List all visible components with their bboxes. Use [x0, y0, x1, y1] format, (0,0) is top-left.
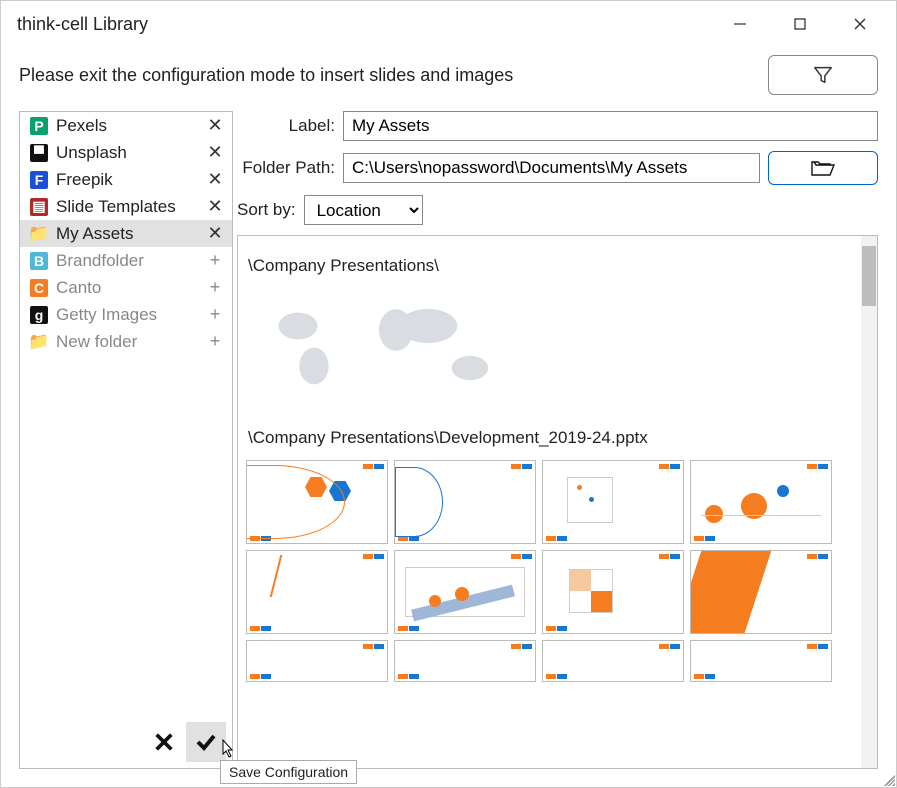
close-icon [853, 17, 867, 31]
tooltip: Save Configuration [220, 760, 357, 784]
source-item-new-folder[interactable]: 📁 New folder + [20, 328, 232, 355]
minimize-button[interactable] [710, 5, 770, 43]
save-configuration-button[interactable] [186, 722, 226, 762]
slide-thumbnail[interactable] [542, 550, 684, 634]
remove-icon[interactable]: ✕ [206, 196, 224, 217]
freepik-icon: F [30, 171, 48, 189]
browse-folder-button[interactable] [768, 151, 878, 185]
cross-icon [153, 731, 175, 753]
slide-thumbnail[interactable] [246, 460, 388, 544]
source-label: My Assets [56, 224, 198, 244]
preview-panel: \Company Presentations\ \Company Present… [237, 235, 878, 769]
open-folder-icon [810, 158, 836, 178]
label-caption: Label: [237, 116, 335, 136]
source-item-freepik[interactable]: F Freepik ✕ [20, 166, 232, 193]
path-field-row: Folder Path: [237, 151, 878, 185]
source-label: Unsplash [56, 143, 198, 163]
world-map-thumbnail[interactable] [248, 290, 528, 410]
source-label: Canto [56, 278, 198, 298]
window-title: think-cell Library [17, 14, 148, 35]
content-area: Label: Folder Path: Sort by: Location \C… [237, 111, 878, 769]
source-label: Freepik [56, 170, 198, 190]
remove-icon[interactable]: ✕ [206, 142, 224, 163]
minimize-icon [733, 17, 747, 31]
slide-thumbnail[interactable] [246, 640, 388, 682]
source-label: Pexels [56, 116, 198, 136]
folder-path-input[interactable] [343, 153, 760, 183]
slide-thumbnail-grid [244, 458, 855, 684]
remove-icon[interactable]: ✕ [206, 169, 224, 190]
path-caption: Folder Path: [237, 158, 335, 178]
maximize-icon [793, 17, 807, 31]
source-list: P Pexels ✕ ▀ Unsplash ✕ F Freepik ✕ ▤ Sl… [20, 112, 232, 716]
getty-icon: g [30, 306, 48, 324]
preview-scroll: \Company Presentations\ \Company Present… [238, 236, 861, 768]
sort-select[interactable]: Location [304, 195, 423, 225]
source-item-getty[interactable]: g Getty Images + [20, 301, 232, 328]
source-sidebar: P Pexels ✕ ▀ Unsplash ✕ F Freepik ✕ ▤ Sl… [19, 111, 233, 769]
folder-icon: 📁 [30, 333, 48, 351]
group-header: \Company Presentations\Development_2019-… [244, 414, 855, 458]
remove-icon[interactable]: ✕ [206, 115, 224, 136]
source-item-pexels[interactable]: P Pexels ✕ [20, 112, 232, 139]
window-controls [710, 5, 890, 43]
group-header: \Company Presentations\ [244, 242, 855, 286]
source-item-my-assets[interactable]: 📁 My Assets ✕ [20, 220, 232, 247]
brandfolder-icon: B [30, 252, 48, 270]
add-icon[interactable]: + [206, 277, 224, 298]
canto-icon: C [30, 279, 48, 297]
slide-thumbnail[interactable] [394, 640, 536, 682]
slide-thumbnail[interactable] [690, 550, 832, 634]
cancel-button[interactable] [144, 722, 184, 762]
unsplash-icon: ▀ [30, 144, 48, 162]
maximize-button[interactable] [770, 5, 830, 43]
slide-thumbnail[interactable] [246, 550, 388, 634]
check-icon [194, 730, 218, 754]
filter-icon [812, 64, 834, 86]
window-frame: think-cell Library Please exit the confi… [0, 0, 897, 788]
sort-row: Sort by: Location [237, 195, 878, 225]
sort-caption: Sort by: [237, 200, 296, 220]
pexels-icon: P [30, 117, 48, 135]
slide-thumbnail[interactable] [690, 460, 832, 544]
filter-button[interactable] [768, 55, 878, 95]
slide-thumbnail[interactable] [542, 640, 684, 682]
resize-grip[interactable] [881, 772, 895, 786]
remove-icon[interactable]: ✕ [206, 223, 224, 244]
slide-thumbnail[interactable] [394, 460, 536, 544]
sidebar-footer [20, 716, 232, 768]
source-item-slide-templates[interactable]: ▤ Slide Templates ✕ [20, 193, 232, 220]
add-icon[interactable]: + [206, 304, 224, 325]
source-item-unsplash[interactable]: ▀ Unsplash ✕ [20, 139, 232, 166]
label-field-row: Label: [237, 111, 878, 141]
source-item-brandfolder[interactable]: B Brandfolder + [20, 247, 232, 274]
scrollbar-thumb[interactable] [862, 246, 876, 306]
slide-thumbnail[interactable] [542, 460, 684, 544]
add-icon[interactable]: + [206, 331, 224, 352]
source-item-canto[interactable]: C Canto + [20, 274, 232, 301]
close-button[interactable] [830, 5, 890, 43]
main-area: P Pexels ✕ ▀ Unsplash ✕ F Freepik ✕ ▤ Sl… [1, 103, 896, 787]
instruction-text: Please exit the configuration mode to in… [19, 65, 513, 86]
top-row: Please exit the configuration mode to in… [1, 47, 896, 103]
titlebar: think-cell Library [1, 1, 896, 47]
source-label: Getty Images [56, 305, 198, 325]
folder-icon: 📁 [30, 225, 48, 243]
scrollbar[interactable] [861, 236, 877, 768]
add-icon[interactable]: + [206, 250, 224, 271]
source-label: Brandfolder [56, 251, 198, 271]
label-input[interactable] [343, 111, 878, 141]
source-label: New folder [56, 332, 198, 352]
slide-templates-icon: ▤ [30, 198, 48, 216]
slide-thumbnail[interactable] [690, 640, 832, 682]
source-label: Slide Templates [56, 197, 198, 217]
slide-thumbnail[interactable] [394, 550, 536, 634]
